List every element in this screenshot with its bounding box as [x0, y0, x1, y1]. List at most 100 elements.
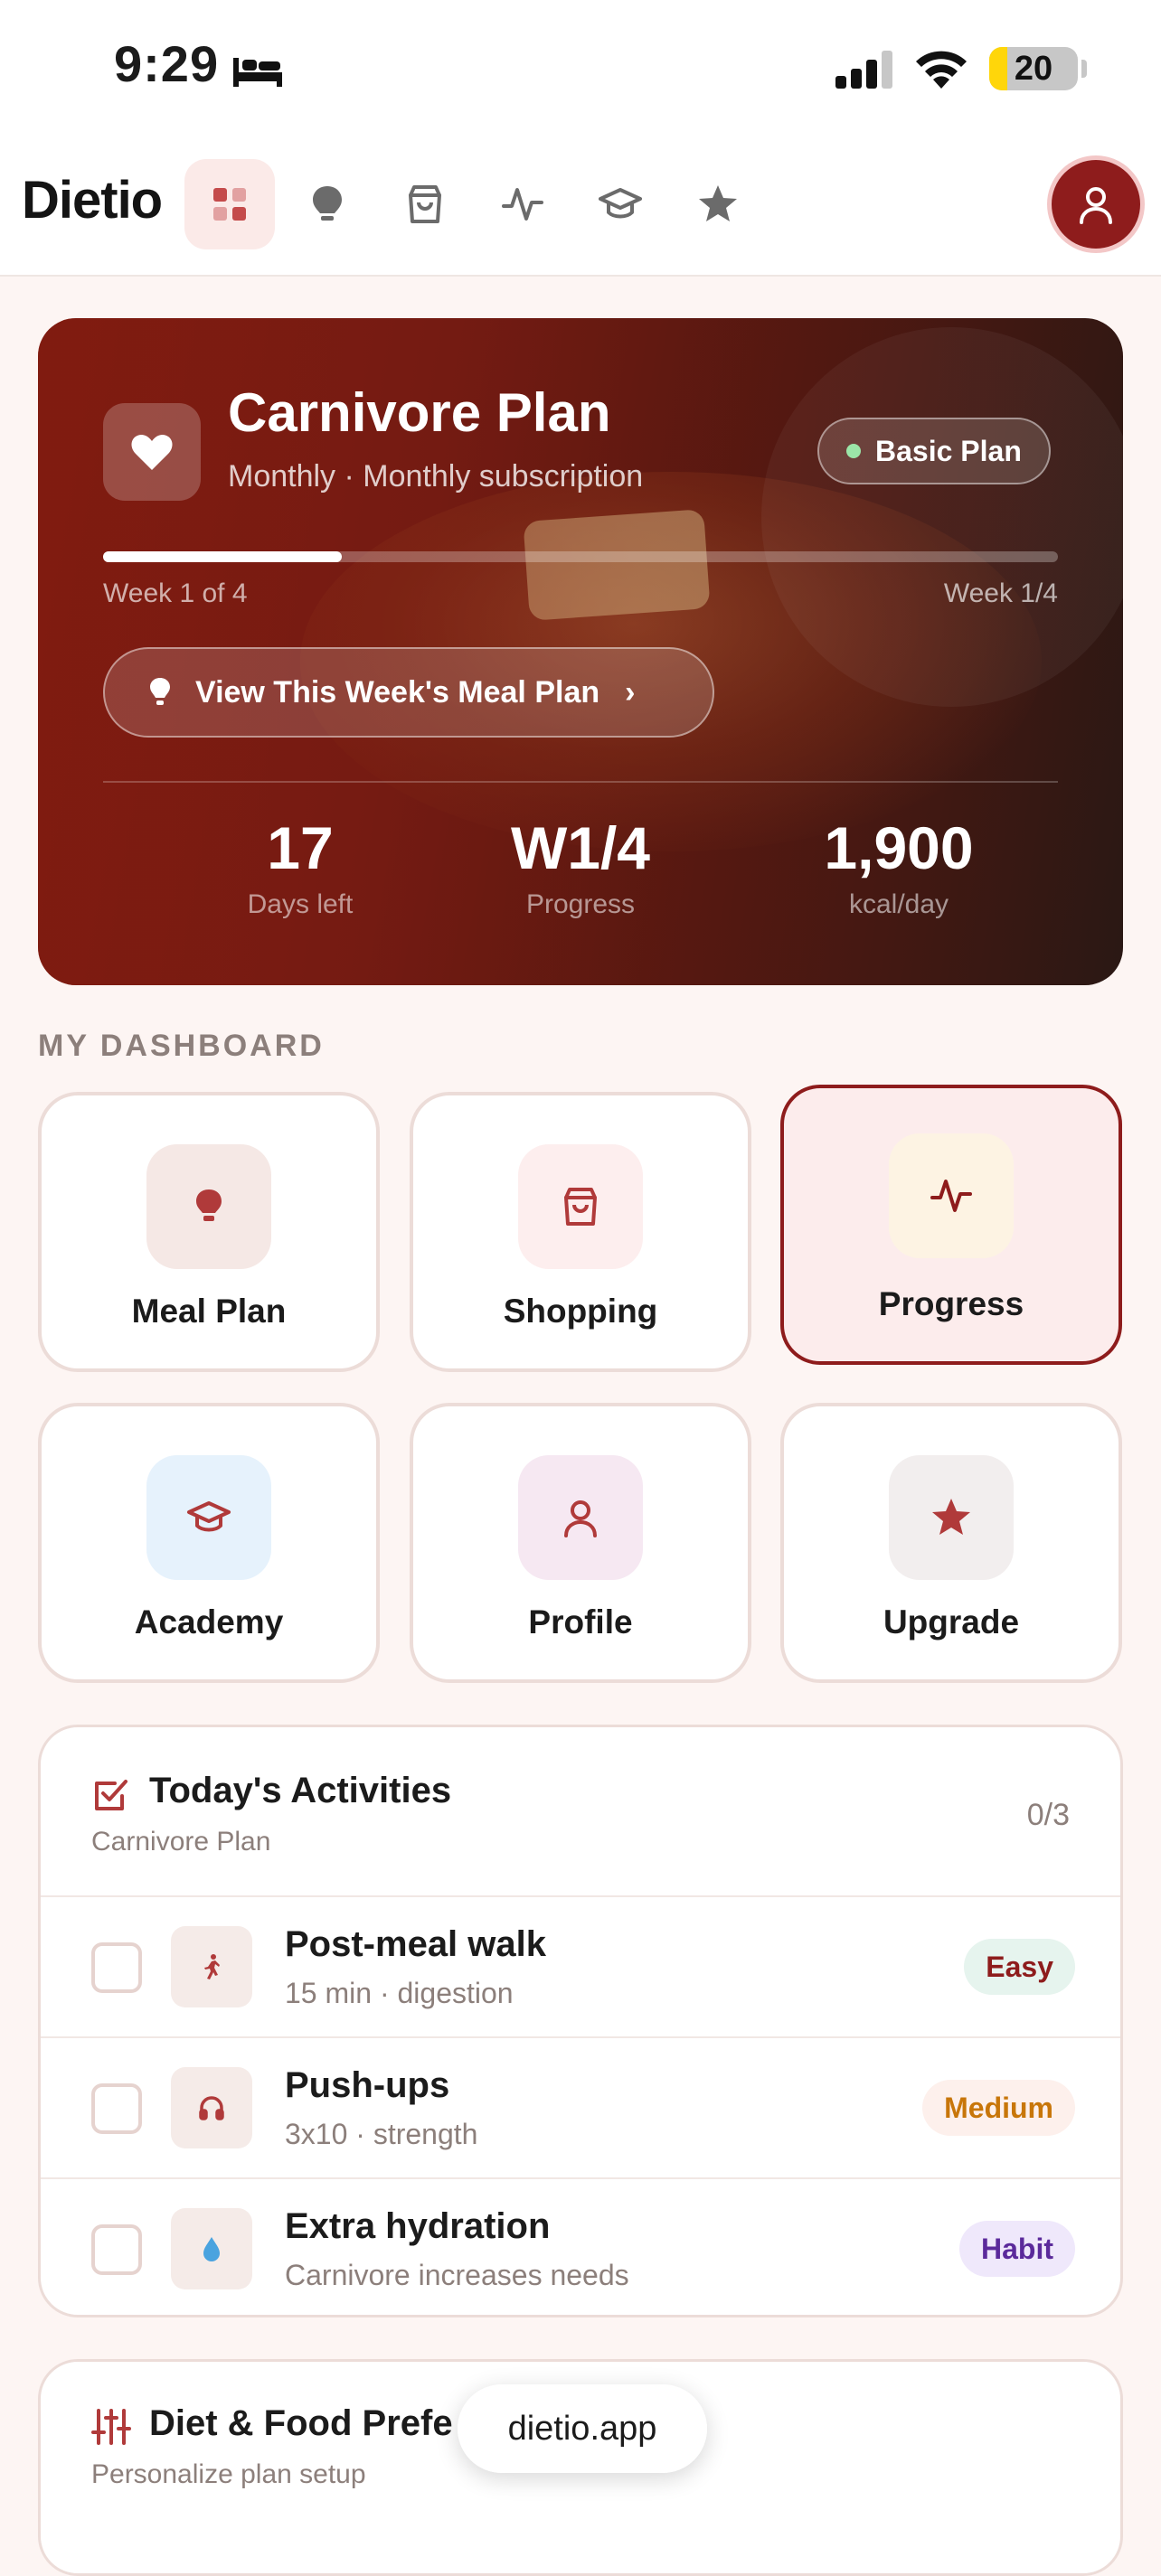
tile-icon-container — [146, 1144, 271, 1269]
activity-subtitle: 3x10 · strength — [285, 2118, 478, 2150]
activity-subtitle: Carnivore increases needs — [285, 2259, 629, 2291]
bed-icon — [233, 58, 282, 87]
nav-meal-plan[interactable] — [282, 159, 373, 249]
status-bar: 9:29 20 — [0, 0, 1161, 136]
activity-icon — [502, 188, 543, 221]
battery-icon: 20 — [989, 47, 1078, 90]
tile-profile[interactable]: Profile — [410, 1403, 751, 1683]
tile-label: Academy — [134, 1603, 284, 1641]
todays-activities-card: Today's Activities Carnivore Plan 0/3 Po… — [38, 1725, 1123, 2317]
lightbulb-icon — [150, 678, 170, 705]
nav-academy[interactable] — [575, 159, 665, 249]
tile-label: Profile — [528, 1603, 633, 1641]
stat-label: Days left — [247, 889, 354, 919]
stat-value: 17 — [267, 814, 334, 881]
heart-icon — [131, 434, 173, 470]
browser-url-pill[interactable]: dietio.app — [458, 2384, 707, 2473]
plan-tier-label: Basic Plan — [875, 434, 1022, 467]
star-icon — [699, 185, 737, 221]
activity-difficulty-badge: Habit — [959, 2221, 1075, 2277]
tile-upgrade[interactable]: Upgrade — [780, 1403, 1122, 1683]
stat-label: Progress — [525, 889, 636, 919]
stat-label: kcal/day — [848, 889, 949, 919]
battery-level: 20 — [1014, 50, 1053, 88]
tile-progress[interactable]: Progress — [780, 1085, 1122, 1365]
activity-difficulty-badge: Medium — [922, 2080, 1075, 2136]
diet-preferences-subtitle: Personalize plan setup — [91, 2459, 366, 2489]
plan-progress-fill — [103, 551, 342, 562]
plan-tier-badge: Basic Plan — [817, 418, 1051, 484]
profile-avatar-button[interactable] — [1047, 155, 1145, 253]
grid-icon — [213, 188, 246, 221]
tile-academy[interactable]: Academy — [38, 1403, 380, 1683]
activity-icon-container — [171, 1926, 252, 2007]
activities-title: Today's Activities — [149, 1771, 452, 1810]
activity-checkbox[interactable] — [91, 2224, 142, 2275]
activity-row: Extra hydration Carnivore increases need… — [41, 2177, 1120, 2315]
plan-subtitle: Monthly · Monthly subscription — [228, 459, 644, 494]
lightbulb-icon — [313, 186, 342, 221]
stat-kcal: 1,900 kcal/day — [754, 813, 1043, 920]
tile-icon-container — [889, 1455, 1014, 1580]
lightbulb-icon — [196, 1189, 222, 1221]
hero-divider — [103, 781, 1058, 783]
view-meal-plan-label: View This Week's Meal Plan — [195, 674, 600, 710]
tile-icon-container — [146, 1455, 271, 1580]
wifi-icon — [916, 51, 967, 89]
tile-icon-container — [518, 1144, 643, 1269]
brand-logo[interactable]: Dietio — [22, 170, 163, 230]
tile-label: Shopping — [503, 1293, 658, 1330]
top-nav: Dietio — [0, 136, 1161, 277]
graduation-cap-icon — [599, 188, 642, 219]
headphones-icon — [199, 2096, 224, 2120]
activity-difficulty-badge: Easy — [964, 1939, 1075, 1995]
chevron-right-icon: › — [625, 674, 636, 710]
tile-label: Upgrade — [883, 1603, 1020, 1641]
activity-title: Extra hydration — [285, 2206, 551, 2246]
tile-icon-container — [518, 1455, 643, 1580]
week-progress-label: Week 1 of 4 — [103, 578, 248, 608]
user-icon — [1080, 187, 1112, 224]
sliders-icon — [91, 2409, 131, 2445]
star-icon — [932, 1499, 970, 1535]
activity-title: Push-ups — [285, 2065, 450, 2105]
week-progress-short: Week 1/4 — [943, 578, 1058, 608]
user-icon — [564, 1500, 597, 1537]
water-drop-icon — [203, 2237, 220, 2261]
dashboard-section-label: MY DASHBOARD — [38, 1029, 325, 1063]
plan-title: Carnivore Plan — [228, 382, 611, 443]
stat-value: 1,900 — [824, 814, 974, 881]
graduation-cap-icon — [187, 1501, 231, 1532]
activity-icon-container — [171, 2067, 252, 2148]
view-meal-plan-button[interactable]: View This Week's Meal Plan › — [103, 647, 714, 738]
nav-shopping[interactable] — [380, 159, 470, 249]
activity-icon — [930, 1180, 972, 1212]
stat-value: W1/4 — [510, 814, 651, 881]
activity-row: Push-ups 3x10 · strength Medium — [41, 2036, 1120, 2177]
tile-meal-plan[interactable]: Meal Plan — [38, 1092, 380, 1372]
activity-subtitle: 15 min · digestion — [285, 1977, 514, 2009]
activity-checkbox[interactable] — [91, 2083, 142, 2134]
shopping-bag-icon — [409, 185, 441, 223]
tile-shopping[interactable]: Shopping — [410, 1092, 751, 1372]
shopping-bag-icon — [564, 1188, 597, 1226]
tile-label: Progress — [878, 1285, 1024, 1322]
status-time: 9:29 — [114, 35, 220, 92]
tile-label: Meal Plan — [131, 1293, 287, 1330]
activities-count: 0/3 — [1026, 1798, 1070, 1832]
nav-dashboard[interactable] — [184, 159, 275, 249]
stat-days-left: 17 Days left — [156, 813, 445, 920]
cellular-signal-icon — [835, 51, 892, 89]
plan-progress-bar — [103, 551, 1058, 562]
plan-hero-card: Carnivore Plan Monthly · Monthly subscri… — [38, 318, 1123, 985]
activity-checkbox[interactable] — [91, 1942, 142, 1993]
nav-upgrade[interactable] — [673, 159, 763, 249]
battery-cap — [1081, 60, 1087, 78]
stat-progress: W1/4 Progress — [436, 813, 725, 920]
activity-icon-container — [171, 2208, 252, 2289]
checkbox-checked-icon — [95, 1780, 127, 1810]
activity-row: Post-meal walk 15 min · digestion Easy — [41, 1895, 1120, 2036]
nav-progress[interactable] — [477, 159, 568, 249]
activity-title: Post-meal walk — [285, 1924, 547, 1964]
activities-subtitle: Carnivore Plan — [91, 1827, 271, 1857]
